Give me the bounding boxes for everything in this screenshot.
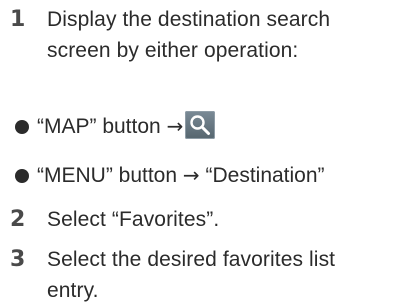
step-number: 3 (10, 247, 26, 272)
search-icon (185, 111, 216, 139)
bullet-label: “MENU” button (37, 164, 183, 187)
instruction-document: 1 Display the destination search screen … (0, 0, 400, 302)
right-arrow-icon: → (182, 163, 200, 187)
bullet-target: “Destination” (199, 164, 325, 187)
step-text: Select “Favorites”. (47, 208, 220, 231)
step-text: Display the destination search screen by… (47, 8, 331, 62)
bullet-label: “MAP” button (37, 115, 167, 138)
bullet-text: “MENU” button → “Destination” (37, 160, 325, 191)
bullet-text: “MAP” button → (37, 111, 216, 142)
step-text: Select the desired favorites list entry. (47, 248, 336, 302)
right-arrow-icon: → (166, 114, 184, 138)
step-number: 1 (10, 7, 26, 32)
bullet-dot-icon (15, 120, 29, 134)
bullet-dot-icon (15, 169, 29, 183)
bullet-menu-button: “MENU” button → “Destination” (0, 160, 400, 190)
step-number: 2 (10, 207, 26, 232)
bullet-map-button: “MAP” button → (0, 111, 400, 141)
